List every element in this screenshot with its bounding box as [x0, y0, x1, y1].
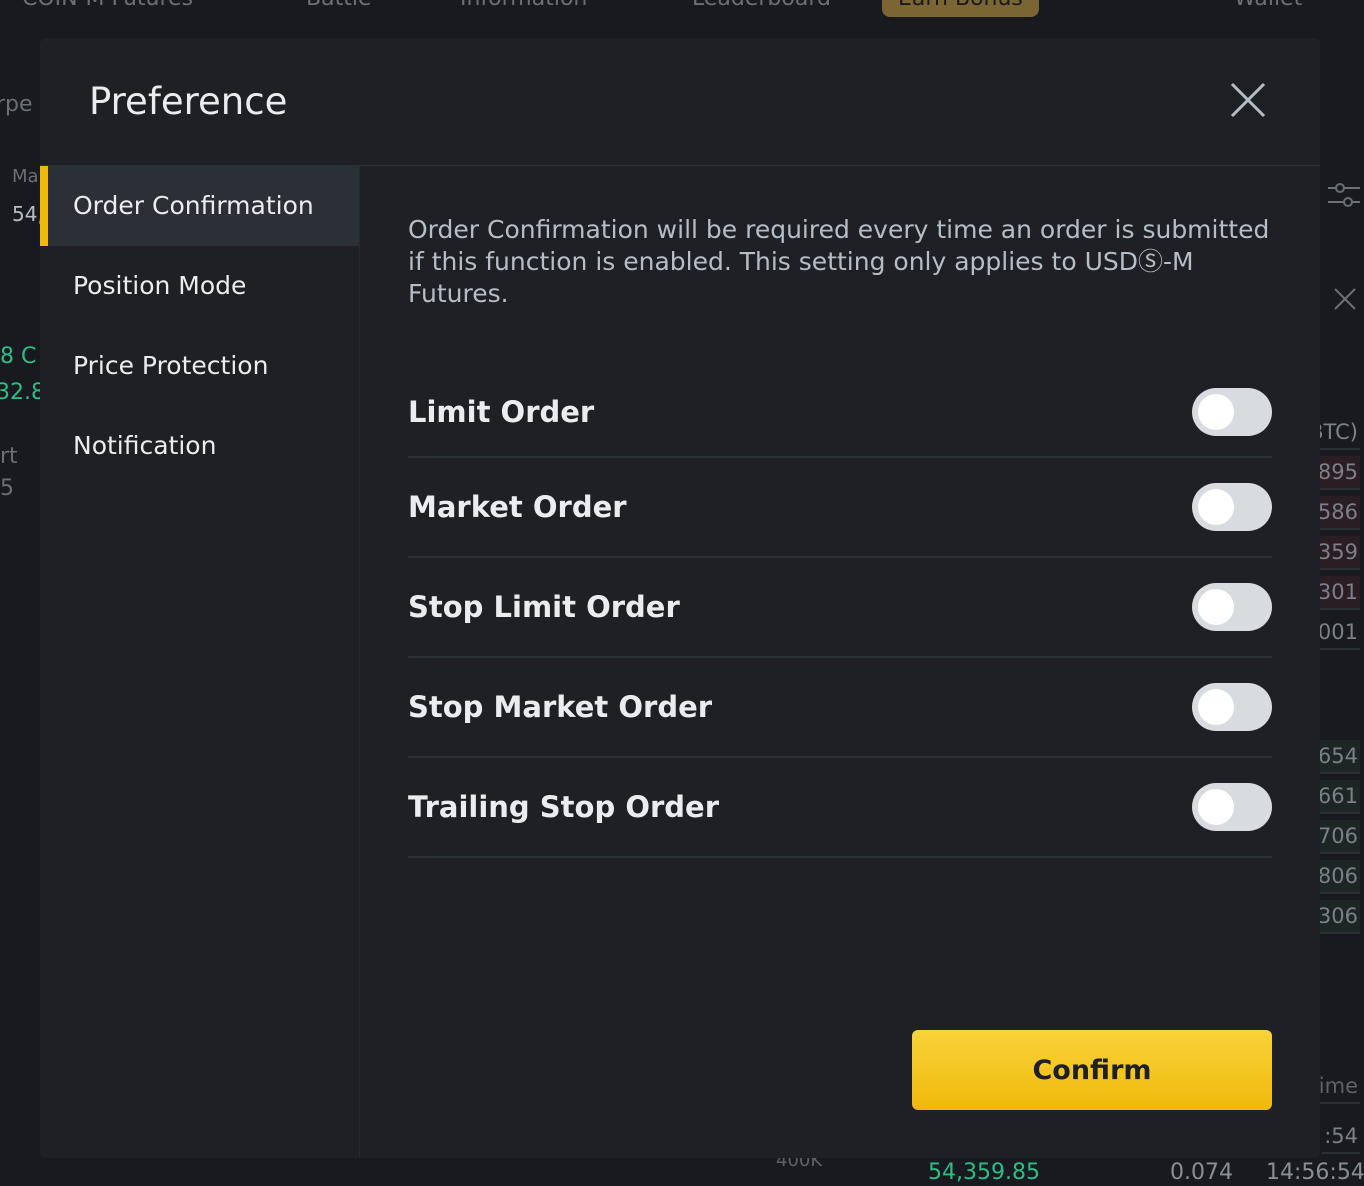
toggle-knob — [1198, 789, 1234, 825]
preference-content: Order Confirmation will be required ever… — [408, 166, 1272, 1158]
bg-value: 706 — [1315, 820, 1360, 854]
sidebar-item-notification[interactable]: Notification — [40, 406, 359, 486]
modal-title: Preference — [89, 80, 288, 123]
nav-coin-m: COIN-M Futures — [22, 0, 193, 11]
bg-value: 806 — [1315, 860, 1360, 894]
nav-earn-bonus: Earn Bonus — [882, 0, 1039, 17]
background-nav: COIN-M Futures Battle Information Leader… — [0, 0, 1364, 17]
option-label: Trailing Stop Order — [408, 790, 719, 824]
sidebar-item-position-mode[interactable]: Position Mode — [40, 246, 359, 326]
bg-value: ime — [1316, 1070, 1360, 1104]
option-label: Market Order — [408, 490, 627, 524]
bg-value: 359 — [1315, 536, 1360, 570]
nav-wallet: Wallet — [1234, 0, 1302, 11]
option-label: Stop Market Order — [408, 690, 713, 724]
option-row-trailing-stop-order: Trailing Stop Order — [408, 758, 1272, 858]
bg-amount: 0.074 — [1170, 1160, 1233, 1185]
option-row-stop-market-order: Stop Market Order — [408, 658, 1272, 758]
bg-value: 586 — [1315, 496, 1360, 530]
background-trades: 400K 54,359.85 0.074 14:56:54 — [0, 1150, 1364, 1186]
description: Order Confirmation will be required ever… — [408, 215, 1270, 308]
bg-value: 301 — [1315, 576, 1360, 610]
stop-limit-order-toggle[interactable] — [1192, 583, 1272, 631]
option-label: Stop Limit Order — [408, 590, 680, 624]
limit-order-toggle[interactable] — [1192, 388, 1272, 436]
bg-text: 8 C — [0, 344, 37, 369]
sidebar-item-price-protection[interactable]: Price Protection — [40, 326, 359, 406]
bg-text: 5 — [0, 476, 14, 501]
preference-sidebar: Order Confirmation Position Mode Price P… — [40, 166, 360, 1158]
settings-sliders-icon — [1328, 183, 1360, 207]
option-row-limit-order: Limit Order — [408, 368, 1272, 458]
toggle-knob — [1198, 394, 1234, 430]
stop-market-order-toggle[interactable] — [1192, 683, 1272, 731]
bg-text: Ma — [12, 166, 39, 187]
modal-header: Preference — [40, 38, 1320, 166]
close-icon[interactable] — [1230, 82, 1266, 118]
bg-text: rt — [0, 444, 18, 469]
nav-leaderboard: Leaderboard — [692, 0, 831, 11]
bg-value: :54 — [1322, 1120, 1360, 1154]
confirm-button[interactable]: Confirm — [912, 1030, 1272, 1110]
option-row-market-order: Market Order — [408, 458, 1272, 558]
bg-price: 54,359.85 — [928, 1160, 1040, 1185]
option-row-stop-limit-order: Stop Limit Order — [408, 558, 1272, 658]
nav-battle: Battle — [306, 0, 371, 11]
preference-modal: Preference Order Confirmation Position M… — [40, 38, 1320, 1158]
bg-text: 32.8 — [0, 380, 45, 405]
bg-value: 001 — [1315, 616, 1360, 650]
option-label: Limit Order — [408, 395, 595, 429]
nav-information: Information — [460, 0, 587, 11]
close-icon — [1334, 288, 1356, 310]
toggle-knob — [1198, 589, 1234, 625]
market-order-toggle[interactable] — [1192, 483, 1272, 531]
bg-text: rpe — [0, 92, 33, 117]
bg-value: 661 — [1315, 780, 1360, 814]
bg-time: 14:56:54 — [1266, 1160, 1364, 1185]
bg-value: 654 — [1315, 740, 1360, 774]
toggle-knob — [1198, 689, 1234, 725]
bg-value: 895 — [1315, 456, 1360, 490]
trailing-stop-order-toggle[interactable] — [1192, 783, 1272, 831]
toggle-knob — [1198, 489, 1234, 525]
sidebar-item-order-confirmation[interactable]: Order Confirmation — [40, 166, 359, 246]
bg-value: 306 — [1315, 900, 1360, 934]
